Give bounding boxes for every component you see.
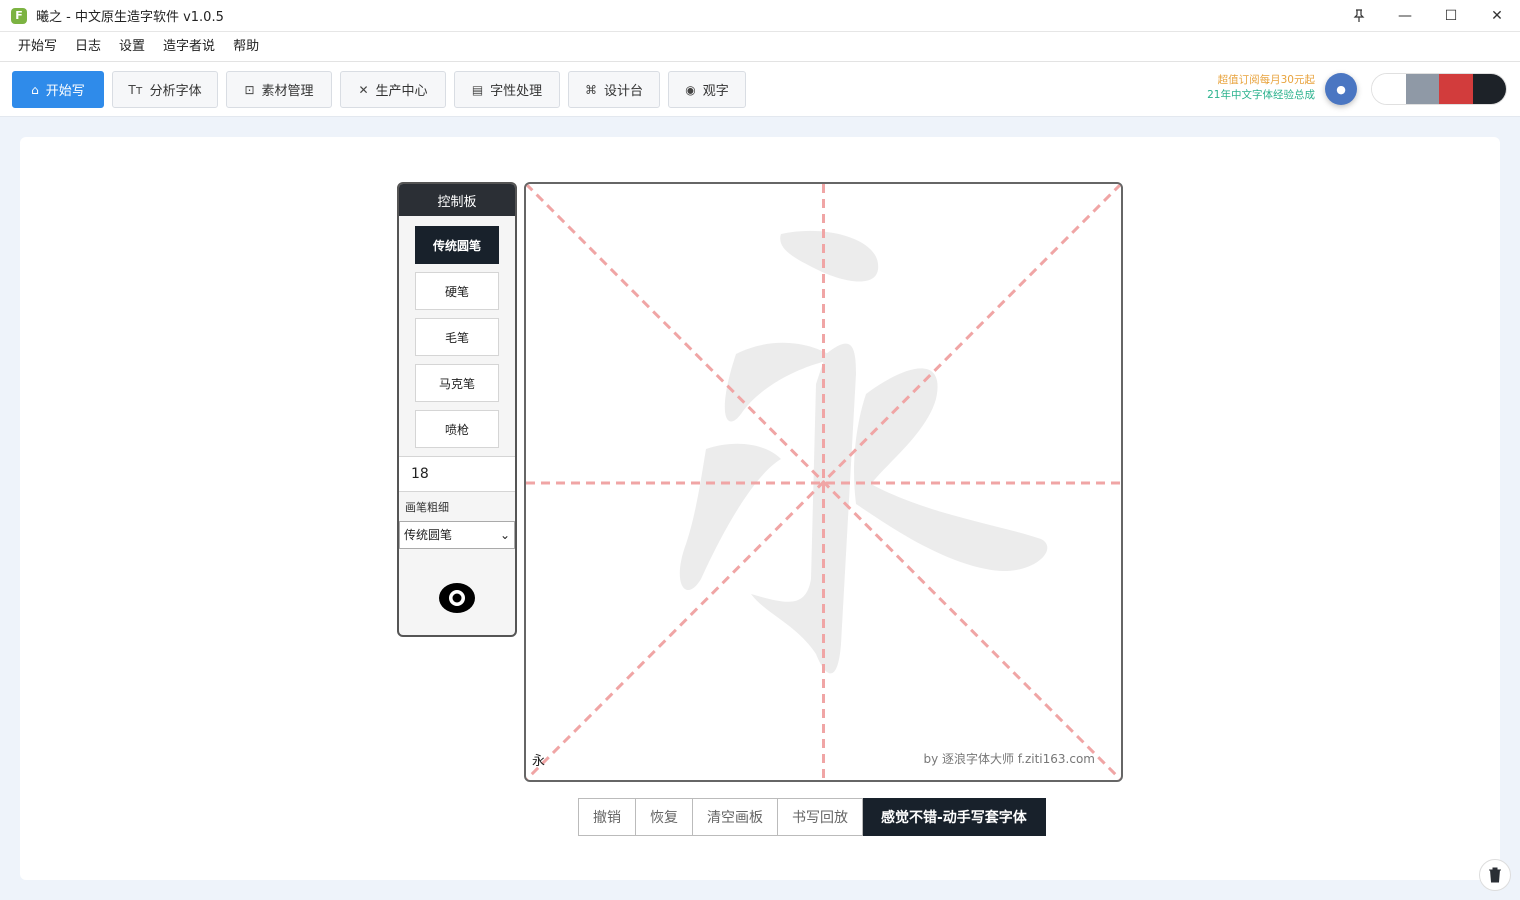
tab-label: 分析字体 bbox=[149, 84, 202, 99]
brush-type-select[interactable]: 传统圆笔 ⌄ bbox=[399, 521, 515, 549]
trash-icon[interactable] bbox=[1479, 859, 1511, 891]
tab-start-writing[interactable]: ⌂ 开始写 bbox=[12, 71, 104, 108]
canvas-actions: 撤销 恢复 清空画板 书写回放 感觉不错-动手写套字体 bbox=[578, 798, 1046, 836]
brush-hard-pen[interactable]: 硬笔 bbox=[415, 272, 499, 310]
reference-glyph bbox=[679, 230, 1048, 674]
canvas-guide-svg bbox=[526, 184, 1121, 780]
tab-label: 开始写 bbox=[45, 84, 85, 99]
title-bar: F 曦之 - 中文原生造字软件 v1.0.5 — ☐ ✕ bbox=[0, 0, 1520, 32]
user-avatar-button[interactable]: ● bbox=[1325, 73, 1357, 105]
rice-grid-guides bbox=[526, 184, 1121, 780]
brush-marker[interactable]: 马克笔 bbox=[415, 364, 499, 402]
pin-icon[interactable] bbox=[1336, 0, 1382, 32]
brush-type-value: 传统圆笔 bbox=[404, 528, 453, 542]
tab-label: 生产中心 bbox=[375, 84, 428, 99]
eye-icon[interactable] bbox=[438, 582, 476, 614]
menu-settings[interactable]: 设置 bbox=[110, 32, 154, 62]
theme-swatch-white[interactable] bbox=[1372, 74, 1406, 104]
promo-line-price: 超值订阅每月30元起 bbox=[1217, 74, 1315, 86]
brush-size-input[interactable]: 18 bbox=[399, 456, 515, 492]
menu-help[interactable]: 帮助 bbox=[224, 32, 268, 62]
promo-line-experience: 21年中文字体经验总成 bbox=[1207, 89, 1315, 101]
upload-box-icon: ⊡ bbox=[244, 82, 255, 97]
minimize-button[interactable]: — bbox=[1382, 0, 1428, 32]
tab-view-glyph[interactable]: ◉ 观字 bbox=[668, 71, 746, 108]
control-board-title: 控制板 bbox=[399, 184, 515, 216]
tab-glyph-processing[interactable]: ▤ 字性处理 bbox=[454, 71, 560, 108]
menu-log[interactable]: 日志 bbox=[66, 32, 110, 62]
menu-creators-say[interactable]: 造字者说 bbox=[154, 32, 224, 62]
document-icon: ▤ bbox=[471, 82, 484, 97]
write-font-set-button[interactable]: 感觉不错-动手写套字体 bbox=[863, 798, 1046, 836]
tools-icon: ✕ bbox=[358, 82, 369, 97]
tab-label: 素材管理 bbox=[261, 84, 314, 99]
tab-label: 字性处理 bbox=[490, 84, 543, 99]
brush-size-label: 画笔粗细 bbox=[405, 501, 449, 514]
drawing-canvas[interactable]: 永 by 逐浪字体大师 f.ziti163.com bbox=[524, 182, 1123, 782]
window-title: 曦之 - 中文原生造字软件 v1.0.5 bbox=[36, 10, 224, 25]
tab-material-management[interactable]: ⊡ 素材管理 bbox=[226, 71, 332, 108]
undo-button[interactable]: 撤销 bbox=[578, 798, 636, 836]
design-icon: ⌘ bbox=[584, 82, 597, 97]
replay-writing-button[interactable]: 书写回放 bbox=[778, 798, 863, 836]
menu-start-writing[interactable]: 开始写 bbox=[9, 32, 66, 62]
text-size-icon: Tт bbox=[128, 82, 143, 97]
tab-analyze-font[interactable]: Tт 分析字体 bbox=[112, 71, 218, 108]
redo-button[interactable]: 恢复 bbox=[636, 798, 693, 836]
brush-traditional-round[interactable]: 传统圆笔 bbox=[415, 226, 499, 264]
tab-production-center[interactable]: ✕ 生产中心 bbox=[340, 71, 446, 108]
close-button[interactable]: ✕ bbox=[1474, 0, 1520, 32]
brush-calligraphy[interactable]: 毛笔 bbox=[415, 318, 499, 356]
theme-swatch-dark[interactable] bbox=[1472, 74, 1506, 104]
app-logo-icon: F bbox=[11, 7, 27, 24]
toolbar: ⌂ 开始写 Tт 分析字体 ⊡ 素材管理 ✕ 生产中心 ▤ 字性处理 ⌘ 设计台… bbox=[0, 62, 1520, 117]
menu-bar: 开始写 日志 设置 造字者说 帮助 bbox=[0, 32, 1520, 62]
window-controls: — ☐ ✕ bbox=[1336, 0, 1520, 32]
tab-label: 观字 bbox=[702, 84, 729, 99]
view-icon: ◉ bbox=[685, 82, 696, 97]
home-icon: ⌂ bbox=[31, 82, 39, 97]
clear-canvas-button[interactable]: 清空画板 bbox=[693, 798, 778, 836]
current-character-label: 永 bbox=[532, 754, 546, 769]
theme-swatch-gray[interactable] bbox=[1405, 74, 1439, 104]
theme-switcher bbox=[1371, 73, 1507, 105]
control-board: 控制板 传统圆笔 硬笔 毛笔 马克笔 喷枪 18 画笔粗细 传统圆笔 ⌄ bbox=[397, 182, 517, 637]
maximize-button[interactable]: ☐ bbox=[1428, 0, 1474, 32]
tab-design-desk[interactable]: ⌘ 设计台 bbox=[568, 71, 660, 108]
brush-airbrush[interactable]: 喷枪 bbox=[415, 410, 499, 448]
theme-swatch-red[interactable] bbox=[1439, 74, 1473, 104]
canvas-watermark: by 逐浪字体大师 f.ziti163.com bbox=[923, 752, 1095, 766]
chevron-down-icon: ⌄ bbox=[499, 528, 510, 542]
subscription-promo[interactable]: 超值订阅每月30元起 21年中文字体经验总成 bbox=[1185, 73, 1315, 103]
tab-label: 设计台 bbox=[603, 84, 643, 99]
